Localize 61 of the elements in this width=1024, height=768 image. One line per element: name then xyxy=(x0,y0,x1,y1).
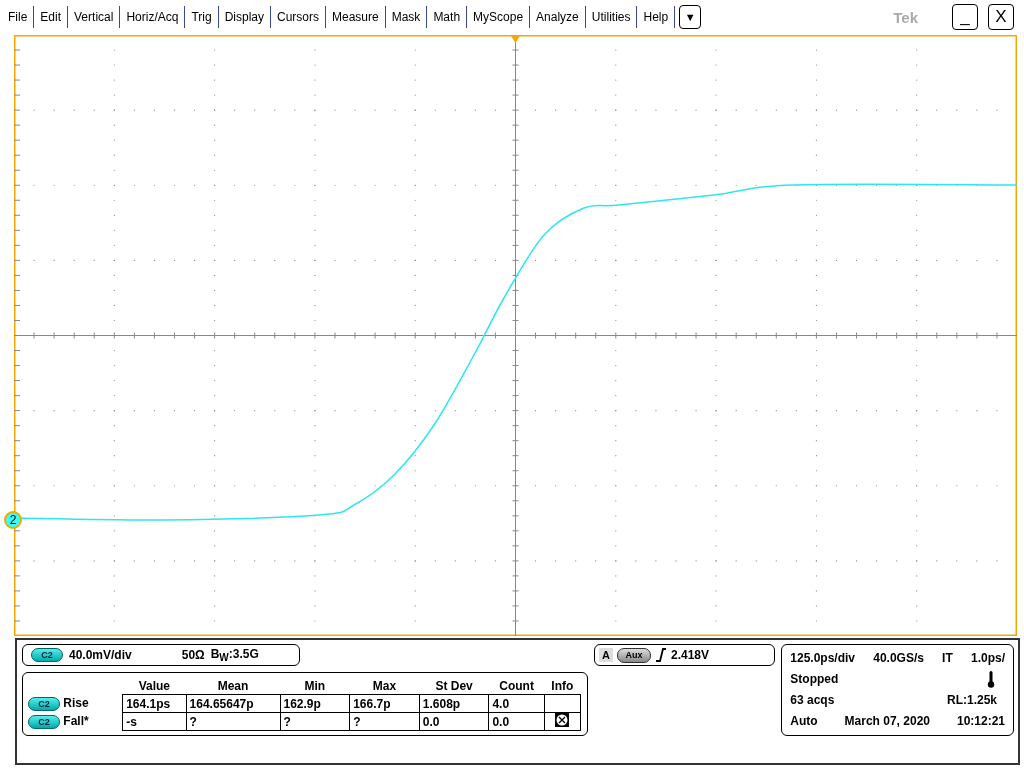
trigger-level: 2.418V xyxy=(670,648,709,662)
menu-item[interactable]: Vertical xyxy=(68,6,121,28)
time: 10:12:21 xyxy=(956,713,1005,728)
record-length: RL:1.25k xyxy=(946,692,997,707)
table-cell: 162.9p xyxy=(280,694,350,713)
table-cell: 0.0 xyxy=(419,712,489,731)
column-header: St Dev xyxy=(419,677,489,695)
menu-item[interactable]: Help xyxy=(637,6,676,28)
measurement-name: Rise xyxy=(63,696,89,710)
menu-item[interactable]: Math xyxy=(427,6,468,28)
acquisition-count: 63 acqs xyxy=(790,692,835,707)
acquisition-mode: IT xyxy=(942,650,953,665)
more-menu-button[interactable]: ▼ xyxy=(679,5,702,29)
table-cell: 0.0 xyxy=(488,712,545,731)
column-header: Value xyxy=(122,677,187,695)
menu-item[interactable]: Analyze xyxy=(530,6,586,28)
column-header: Mean xyxy=(186,677,280,695)
channel-badge[interactable]: C2 xyxy=(28,697,60,711)
vertical-scale: 40.0mV/div xyxy=(69,648,132,662)
resolution: 1.0ps/ xyxy=(970,650,1005,665)
menu-item[interactable]: Display xyxy=(218,6,271,28)
column-header: Max xyxy=(349,677,420,695)
table-cell: 164.65647p xyxy=(186,694,280,713)
close-button[interactable]: X xyxy=(988,4,1014,30)
table-cell: 4.0 xyxy=(488,694,545,713)
column-header: Count xyxy=(488,677,545,695)
menu-item[interactable]: Horiz/Acq xyxy=(120,6,186,28)
menu-item[interactable]: Edit xyxy=(34,6,69,28)
table-cell: 166.7p xyxy=(349,694,420,713)
channel-marker[interactable]: 2 xyxy=(4,511,22,529)
table-cell: 1.608p xyxy=(419,694,489,713)
thermometer-icon xyxy=(987,669,995,688)
column-header: Min xyxy=(280,677,350,695)
column-header: Info xyxy=(544,677,581,695)
menu-item[interactable]: Trig xyxy=(185,6,219,28)
horizontal-scale: 125.0ps/div xyxy=(790,650,855,665)
table-cell: 164.1ps xyxy=(122,694,187,713)
channel-badge[interactable]: C2 xyxy=(28,715,60,729)
measurement-name: Fall* xyxy=(63,714,89,728)
menu-item[interactable]: Measure xyxy=(326,6,386,28)
menu-item[interactable]: Cursors xyxy=(271,6,326,28)
table-cell: ? xyxy=(349,712,420,731)
table-cell: ? xyxy=(186,712,280,731)
table-cell: ? xyxy=(280,712,350,731)
rising-edge-icon xyxy=(654,648,667,662)
brand-logo: Tek xyxy=(893,8,918,26)
date: March 07, 2020 xyxy=(844,713,930,728)
menu-item[interactable]: Mask xyxy=(385,6,428,28)
menu-item[interactable]: File xyxy=(2,6,35,28)
table-cell: -s xyxy=(122,712,187,731)
sample-rate: 40.0GS/s xyxy=(873,650,924,665)
bandwidth: B$_{W}$:3.5G xyxy=(210,646,259,664)
impedance: 50Ω xyxy=(181,648,205,662)
run-state: Stopped xyxy=(790,671,839,686)
menu-item[interactable]: Utilities xyxy=(585,6,638,28)
trigger-letter: A xyxy=(599,648,613,662)
minimize-button[interactable]: _ xyxy=(952,4,978,30)
trigger-source-badge[interactable]: Aux xyxy=(616,647,651,663)
trigger-mode: Auto xyxy=(790,713,818,728)
menu-item[interactable]: MyScope xyxy=(467,6,531,28)
channel-badge[interactable]: C2 xyxy=(31,648,63,662)
